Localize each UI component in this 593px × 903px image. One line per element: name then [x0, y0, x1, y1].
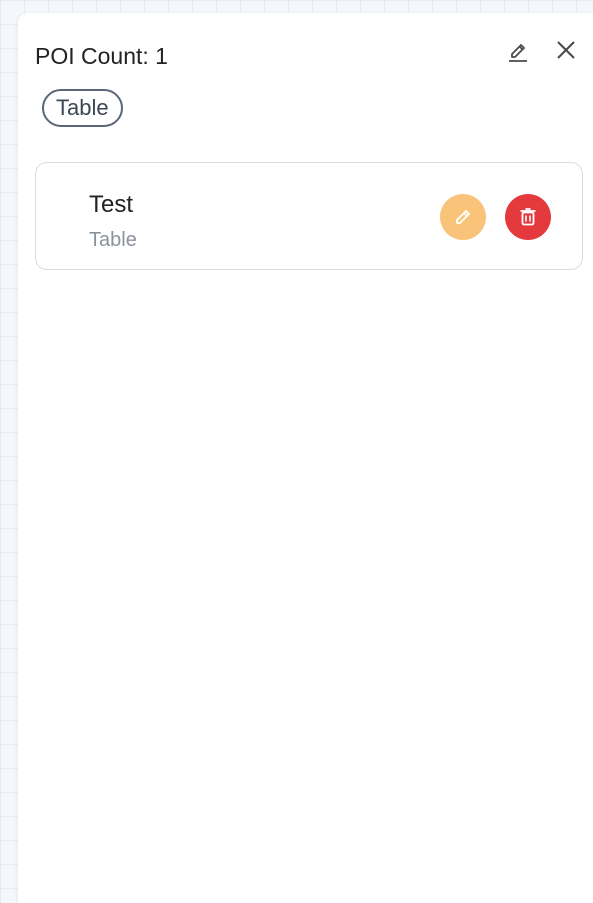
header-actions [503, 35, 581, 65]
filter-chip-table[interactable]: Table [42, 89, 123, 127]
edit-poi-button[interactable] [440, 194, 486, 240]
trash-icon [520, 208, 536, 226]
close-panel-button[interactable] [551, 35, 581, 65]
poi-type: Table [89, 229, 137, 251]
edit-panel-button[interactable] [503, 35, 533, 65]
poi-card[interactable]: Test Table [35, 162, 583, 270]
pencil-underline-icon [509, 44, 527, 62]
close-icon [557, 41, 575, 59]
poi-panel: POI Count: 1 Table Test Table [18, 13, 593, 903]
poi-card-actions [440, 194, 551, 240]
filter-chip-label: Table [56, 95, 109, 120]
poi-name: Test [89, 191, 134, 218]
delete-poi-button[interactable] [505, 194, 551, 240]
pencil-icon [456, 210, 470, 224]
poi-count-title: POI Count: 1 [35, 43, 168, 69]
